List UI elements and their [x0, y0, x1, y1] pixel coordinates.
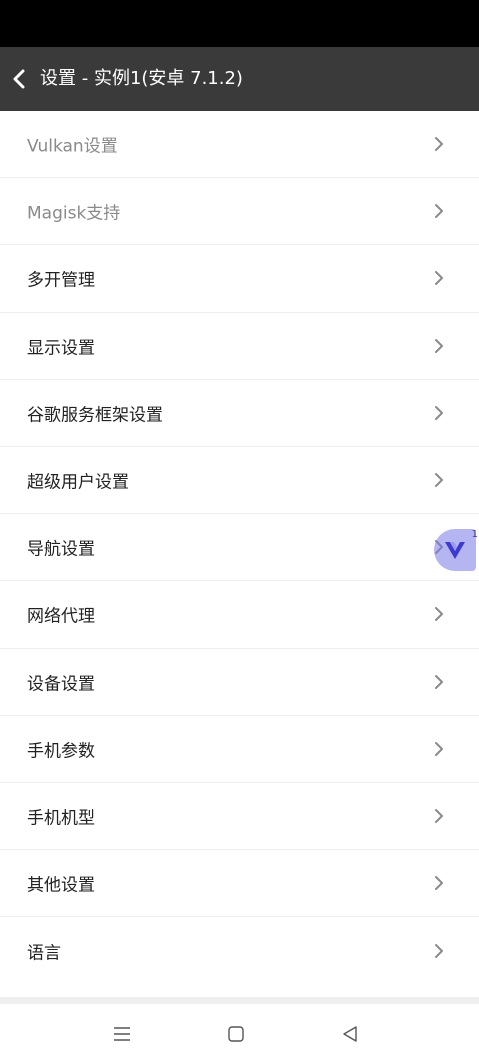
v-logo-icon [445, 542, 465, 559]
chevron-right-icon [435, 808, 443, 823]
system-nav-bar [0, 1004, 479, 1064]
recent-apps-button[interactable] [108, 1020, 136, 1048]
settings-item-device[interactable]: 设备设置 [0, 649, 479, 716]
settings-list: Vulkan设置 Magisk支持 多开管理 显示设置 谷歌服务框架设置 超级用… [0, 111, 479, 997]
settings-item-language[interactable]: 语言 [0, 917, 479, 984]
settings-item-label: Magisk支持 [27, 203, 121, 224]
chevron-right-icon [435, 271, 443, 286]
settings-item-label: 导航设置 [27, 539, 95, 560]
settings-item-label: 其他设置 [27, 875, 95, 896]
back-triangle-icon [343, 1026, 357, 1042]
chevron-right-icon [435, 473, 443, 488]
settings-item-superuser[interactable]: 超级用户设置 [0, 447, 479, 515]
settings-item-label: 语言 [27, 943, 61, 964]
settings-item-network-proxy[interactable]: 网络代理 [0, 581, 479, 649]
chevron-left-icon [13, 69, 25, 89]
app-bar: 设置 - 实例1(安卓 7.1.2) [0, 47, 479, 111]
settings-item-phone-model[interactable]: 手机机型 [0, 783, 479, 851]
settings-item-label: 手机机型 [27, 808, 95, 829]
settings-item-magisk[interactable]: Magisk支持 [0, 178, 479, 246]
settings-item-vulkan[interactable]: Vulkan设置 [0, 111, 479, 179]
settings-item-label: 多开管理 [27, 270, 95, 291]
chevron-right-icon [435, 137, 443, 152]
settings-item-label: 显示设置 [27, 338, 95, 359]
settings-item-multi-instance[interactable]: 多开管理 [0, 245, 479, 313]
settings-item-label: 超级用户设置 [27, 472, 129, 493]
settings-item-navigation[interactable]: 导航设置 [0, 514, 479, 582]
settings-item-label: Vulkan设置 [27, 136, 118, 157]
chevron-right-icon [435, 876, 443, 891]
chevron-right-icon [435, 943, 443, 958]
home-button[interactable] [222, 1020, 250, 1048]
status-bar [0, 0, 479, 47]
chevron-right-icon [435, 607, 443, 622]
home-square-icon [228, 1026, 244, 1042]
settings-item-label: 谷歌服务框架设置 [27, 405, 163, 426]
back-nav-button[interactable] [336, 1020, 364, 1048]
settings-item-label: 设备设置 [27, 674, 95, 695]
chevron-right-icon [435, 741, 443, 756]
chevron-right-icon [435, 204, 443, 219]
chevron-right-icon [435, 674, 443, 689]
floating-assistant-button[interactable]: 1 [434, 529, 479, 571]
chevron-right-icon [435, 338, 443, 353]
settings-item-google-services[interactable]: 谷歌服务框架设置 [0, 380, 479, 447]
settings-item-display[interactable]: 显示设置 [0, 313, 479, 380]
back-button[interactable] [8, 61, 36, 97]
notification-count: 1 [471, 529, 478, 540]
settings-item-other[interactable]: 其他设置 [0, 850, 479, 918]
settings-item-phone-params[interactable]: 手机参数 [0, 716, 479, 783]
menu-icon [114, 1027, 130, 1041]
settings-item-label: 手机参数 [27, 741, 95, 762]
chevron-right-icon [435, 405, 443, 420]
page-title: 设置 - 实例1(安卓 7.1.2) [40, 68, 243, 89]
settings-item-label: 网络代理 [27, 606, 95, 627]
